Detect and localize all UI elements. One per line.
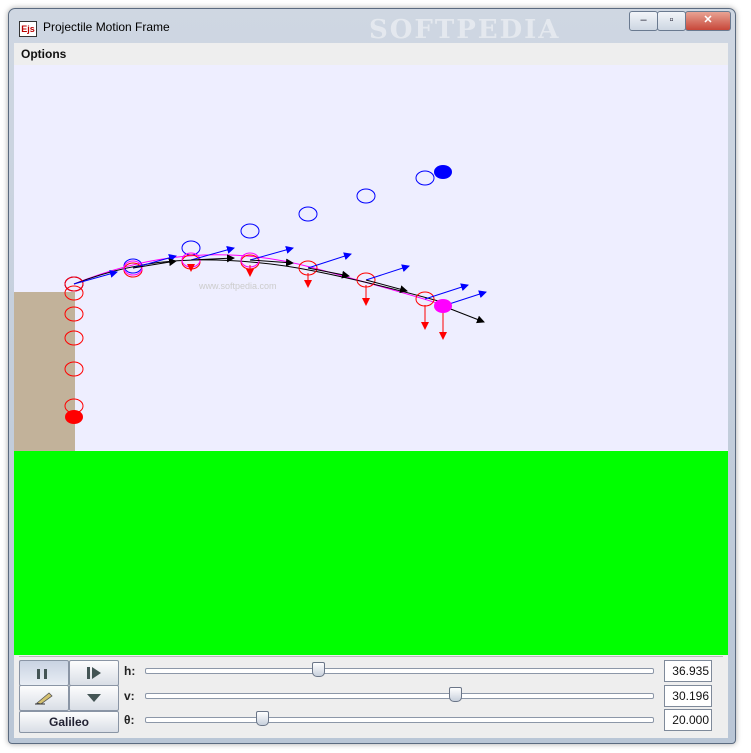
center-watermark: www.softpedia.com: [198, 281, 277, 291]
free-fall-ball: [65, 410, 83, 424]
pause-icon: [37, 669, 47, 679]
close-icon: ✕: [703, 14, 713, 26]
v-slider-thumb[interactable]: [448, 687, 462, 702]
minimize-icon: –: [640, 14, 647, 26]
step-forward-icon: [87, 667, 101, 679]
window-title: Projectile Motion Frame: [43, 20, 170, 34]
simulation-canvas[interactable]: www.softpedia.com: [14, 65, 728, 655]
theta-slider-thumb[interactable]: [256, 711, 270, 726]
title-bar[interactable]: Ejs Projectile Motion Frame SOFTPEDIA – …: [9, 9, 735, 45]
ejs-app-icon: Ejs: [19, 21, 37, 37]
h-slider-label: h:: [124, 664, 136, 678]
h-slider[interactable]: [145, 668, 654, 674]
theta-slider[interactable]: [145, 717, 654, 723]
options-dropdown-button[interactable]: [69, 685, 119, 711]
projectile-ball[interactable]: [434, 299, 452, 313]
step-button[interactable]: [69, 660, 119, 686]
galileo-button[interactable]: Galileo: [19, 711, 119, 733]
theta-value-field[interactable]: 20.000: [664, 709, 712, 731]
options-menu[interactable]: Options: [21, 47, 66, 61]
control-panel: Galileo h: 36.935 v: 30.196 θ: 20.000: [19, 656, 723, 735]
app-window: Ejs Projectile Motion Frame SOFTPEDIA – …: [8, 8, 736, 744]
reset-button[interactable]: [19, 685, 69, 711]
softpedia-watermark: SOFTPEDIA: [369, 15, 561, 45]
no-gravity-ball: [434, 165, 452, 179]
menu-bar: Options: [14, 43, 728, 66]
h-slider-thumb[interactable]: [311, 662, 325, 677]
chevron-down-icon: [87, 694, 101, 702]
window-controls: – ▫ ✕: [629, 11, 731, 31]
close-button[interactable]: ✕: [685, 11, 731, 31]
client-area: Options www.softpedia.com Galileo h: 36.…: [14, 43, 728, 738]
theta-slider-label: θ:: [124, 713, 135, 727]
ground: [14, 451, 728, 655]
eraser-icon: [35, 692, 53, 705]
sky-background: [14, 65, 728, 451]
pause-button[interactable]: [19, 660, 69, 686]
v-slider[interactable]: [145, 693, 654, 699]
h-value-field[interactable]: 36.935: [664, 660, 712, 682]
minimize-button[interactable]: –: [629, 11, 658, 31]
v-value-field[interactable]: 30.196: [664, 685, 712, 707]
v-slider-label: v:: [124, 689, 135, 703]
maximize-icon: ▫: [669, 14, 674, 26]
maximize-button[interactable]: ▫: [657, 11, 686, 31]
